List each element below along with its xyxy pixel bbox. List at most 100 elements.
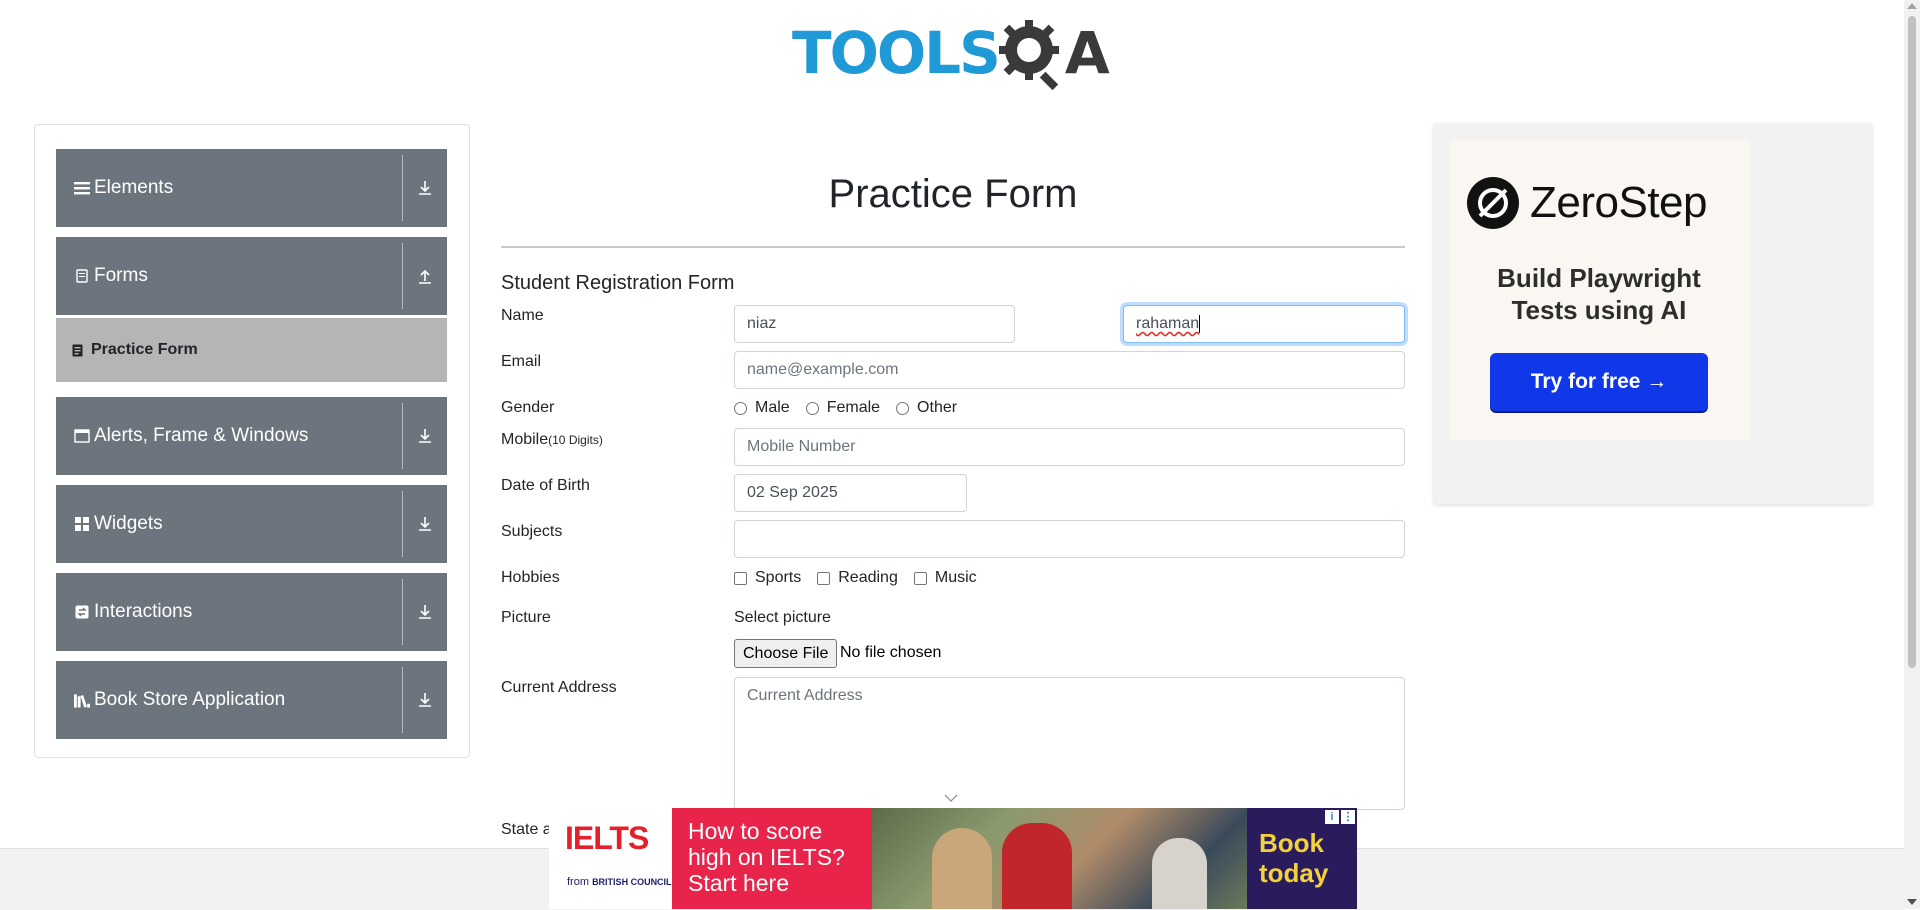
last-name-input[interactable]: rahaman <box>1123 305 1405 343</box>
hobby-reading-checkbox[interactable] <box>817 571 831 585</box>
sidebar-group-alerts[interactable]: Alerts, Frame & Windows <box>56 397 447 475</box>
mobile-hint: (10 Digits) <box>548 433 603 447</box>
council-text: BRITISH COUNCIL <box>592 877 672 887</box>
gender-male-option[interactable]: Male <box>734 399 790 417</box>
list-icon <box>74 180 90 196</box>
ad-headline-line: Build Playwright <box>1497 263 1701 293</box>
ad-headline: Build Playwright Tests using AI <box>1434 262 1764 326</box>
gender-other-option[interactable]: Other <box>896 399 957 417</box>
logo-tools-text: TOOLS <box>792 19 1001 87</box>
sidebar-group-elements[interactable]: Elements <box>56 149 447 227</box>
books-icon <box>74 692 90 708</box>
option-label: Reading <box>838 569 898 586</box>
select-picture-label: Select picture <box>734 609 831 626</box>
option-label: Sports <box>755 569 802 586</box>
hobby-sports-checkbox[interactable] <box>734 571 747 585</box>
subjects-label: Subjects <box>501 523 563 540</box>
sidebar-group-book-store[interactable]: Book Store Application <box>56 661 447 739</box>
first-name-input[interactable]: niaz <box>734 305 1015 343</box>
picture-label: Picture <box>501 609 551 626</box>
adchoices[interactable]: i ⋮ <box>1323 810 1355 824</box>
sidebar-item-label: Practice Form <box>91 341 198 358</box>
mobile-input[interactable]: Mobile Number <box>734 428 1405 466</box>
zerostep-brand: ZeroStep <box>1466 176 1707 230</box>
sidebar-group-interactions[interactable]: Interactions <box>56 573 447 651</box>
sidebar: Elements Forms Practice Form Alerts, Fra… <box>34 124 470 758</box>
hobby-music-checkbox[interactable] <box>913 571 927 585</box>
sidebar-group-forms[interactable]: Forms <box>56 237 447 315</box>
state-city-label: State a <box>501 821 552 838</box>
more-options-icon[interactable]: ⋮ <box>1341 810 1355 824</box>
gear-magnifier-icon <box>998 20 1059 90</box>
gender-female-radio[interactable] <box>805 401 819 415</box>
ielts-logo: IELTS from BRITISH COUNCIL <box>549 808 672 909</box>
address-label: Current Address <box>501 679 617 696</box>
mobile-label: Mobile(10 Digits) <box>501 431 603 449</box>
download-arrow-icon[interactable] <box>403 516 447 532</box>
ad-pitch-line: How to score <box>688 818 823 844</box>
chevron-down-icon <box>944 794 958 802</box>
option-label: Other <box>917 399 958 416</box>
hobbies-checkbox-group: Sports Reading Music <box>734 569 993 587</box>
scrollbar-thumb[interactable] <box>1908 16 1916 668</box>
zerostep-brand-text: ZeroStep <box>1530 178 1707 227</box>
text-cursor <box>1199 315 1201 333</box>
sidebar-group-label: Forms <box>94 265 148 286</box>
scroll-down-arrow-icon[interactable] <box>1907 899 1917 905</box>
ielts-logo-text: IELTS <box>565 820 649 856</box>
window-icon <box>74 428 90 444</box>
gender-label: Gender <box>501 399 555 416</box>
email-input[interactable]: name@example.com <box>734 351 1405 389</box>
page-title: Practice Form <box>828 172 1078 216</box>
hobbies-label: Hobbies <box>501 569 560 586</box>
photo-figure <box>1002 823 1072 909</box>
book-today-cta[interactable]: Book today i ⋮ <box>1247 808 1357 909</box>
sidebar-item-practice-form[interactable]: Practice Form <box>56 318 447 382</box>
ad-photo <box>872 808 1247 909</box>
option-label: Music <box>934 569 977 586</box>
hobby-reading-option[interactable]: Reading <box>817 569 898 587</box>
from-text: from <box>567 876 589 888</box>
cta-line: Book <box>1259 828 1324 858</box>
download-arrow-icon[interactable] <box>403 692 447 708</box>
sidebar-group-label: Interactions <box>94 601 193 622</box>
form-icon <box>72 344 83 357</box>
title-divider <box>501 246 1405 248</box>
interactions-icon <box>74 604 90 620</box>
logo-a-text: A <box>1064 19 1110 87</box>
gender-radio-group: Male Female Other <box>734 399 973 417</box>
ielts-ad-banner[interactable]: IELTS from BRITISH COUNCIL How to score … <box>549 808 1357 909</box>
gender-female-option[interactable]: Female <box>805 399 881 417</box>
upload-arrow-icon[interactable] <box>403 268 447 284</box>
mobile-label-text: Mobile <box>501 431 549 448</box>
download-arrow-icon[interactable] <box>403 180 447 196</box>
sidebar-group-widgets[interactable]: Widgets <box>56 485 447 563</box>
sidebar-group-label: Elements <box>94 177 174 198</box>
download-arrow-icon[interactable] <box>403 428 447 444</box>
hobby-sports-option[interactable]: Sports <box>734 569 801 587</box>
option-label: Male <box>755 399 790 416</box>
option-label: Female <box>826 399 881 416</box>
photo-figure <box>1152 838 1207 909</box>
ad-headline-line: Tests using AI <box>1511 295 1687 325</box>
gender-male-radio[interactable] <box>734 401 747 415</box>
info-icon[interactable]: i <box>1325 810 1339 824</box>
form-heading: Student Registration Form <box>501 272 735 294</box>
download-arrow-icon[interactable] <box>403 604 447 620</box>
file-status: No file chosen <box>840 644 942 661</box>
subjects-input[interactable] <box>734 520 1405 558</box>
hobby-music-option[interactable]: Music <box>913 569 977 587</box>
last-name-value: rahaman <box>1136 315 1200 332</box>
toolsqa-logo[interactable]: TOOLS A <box>792 14 1110 92</box>
ad-pitch: How to score high on IELTS? Start here <box>672 808 872 909</box>
british-council-text: from BRITISH COUNCIL <box>567 876 672 888</box>
try-for-free-button[interactable]: Try for free → <box>1490 353 1708 411</box>
current-address-textarea[interactable]: Current Address <box>734 677 1405 810</box>
cta-line: today <box>1259 858 1329 888</box>
sidebar-group-label: Book Store Application <box>94 689 286 710</box>
document-icon <box>74 268 90 284</box>
choose-file-button[interactable]: Choose File <box>734 639 838 668</box>
scroll-up-arrow-icon[interactable] <box>1907 3 1917 9</box>
dob-input[interactable]: 02 Sep 2025 <box>734 474 967 512</box>
gender-other-radio[interactable] <box>896 401 910 415</box>
